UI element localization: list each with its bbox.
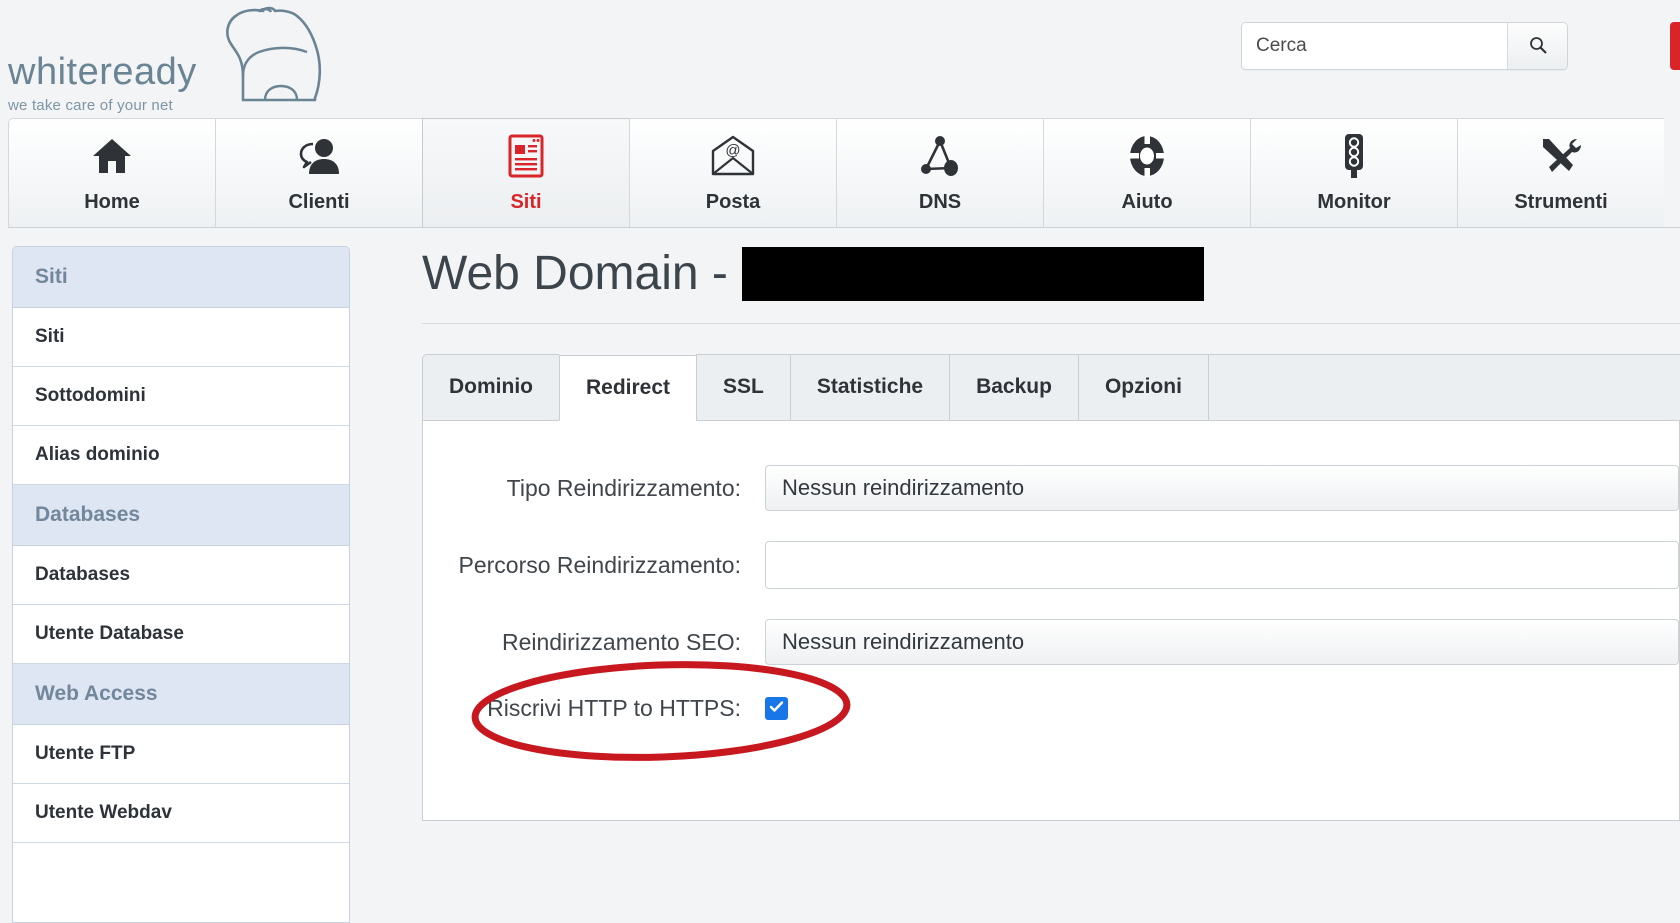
search-box[interactable] [1241,22,1568,70]
svg-text:@: @ [725,142,740,159]
label-seo-redirect: Reindirizzamento SEO: [501,628,741,655]
tab-backup[interactable]: Backup [949,354,1078,420]
field-row-rewrite-https: Riscrivi HTTP to HTTPS: [423,695,1679,722]
nav-item-dns[interactable]: DNS [836,118,1043,227]
page-body: Siti Siti Sottodomini Alias dominio Data… [0,228,1680,923]
nav-label: Monitor [1317,190,1391,213]
sidebar-item-sottodomini[interactable]: Sottodomini [13,367,349,426]
nav-label: Aiuto [1121,190,1173,213]
sidebar-item-databases[interactable]: Databases [13,546,349,605]
select-seo-redirect[interactable]: Nessun reindirizzamento [765,619,1679,665]
nav-item-strumenti[interactable]: Strumenti [1457,118,1664,227]
home-icon [91,133,133,179]
nav-label: Posta [705,190,761,213]
sidebar-item-alias-dominio[interactable]: Alias dominio [13,426,349,485]
brand-name: whiteready [8,51,197,93]
tools-icon [1539,133,1583,179]
page-title: Web Domain - [422,246,1680,323]
network-icon [919,133,961,179]
sidebar-group-header-siti: Siti [13,247,349,308]
tab-statistiche[interactable]: Statistiche [789,354,950,420]
nav-label: Clienti [288,190,350,213]
tab-dominio[interactable]: Dominio [422,354,559,420]
checkbox-rewrite-https[interactable] [765,697,788,720]
label-rewrite-https: Riscrivi HTTP to HTTPS: [487,695,741,721]
field-row-redirect-type: Tipo Reindirizzamento: Nessun reindirizz… [423,465,1679,511]
envelope-at-icon: @ [710,133,756,179]
nav-item-aiuto[interactable]: Aiuto [1043,118,1250,227]
nav-label: Strumenti [1514,190,1608,213]
nav-item-monitor[interactable]: Monitor [1250,118,1457,227]
nav-label: Home [84,190,140,213]
brand-logo-text: whiteready we take care of your net [8,53,197,113]
field-row-redirect-path: Percorso Reindirizzamento: [423,541,1679,589]
nav-label: Siti [510,190,542,213]
field-row-seo-redirect: Reindirizzamento SEO: Nessun reindirizza… [423,619,1679,665]
lifering-icon [1126,133,1168,179]
tab-ssl[interactable]: SSL [696,354,790,420]
nav-item-posta[interactable]: @ Posta [629,118,836,227]
label-redirect-path: Percorso Reindirizzamento: [458,551,741,578]
sidebar-item-utente-database[interactable]: Utente Database [13,605,349,664]
search-icon [1528,35,1548,58]
sidebar-item-utente-webdav[interactable]: Utente Webdav [13,784,349,843]
search-input[interactable] [1242,23,1507,69]
polar-bear-icon [203,6,331,109]
sidebar-item-utente-ftp[interactable]: Utente FTP [13,725,349,784]
search-button[interactable] [1507,23,1567,69]
nav-label: DNS [918,190,962,213]
traffic-light-icon [1340,133,1368,179]
checkmark-icon [768,698,785,720]
nav-item-siti[interactable]: Siti [422,118,629,227]
redirect-panel: Tipo Reindirizzamento: Nessun reindirizz… [422,421,1680,821]
select-redirect-type[interactable]: Nessun reindirizzamento [765,465,1679,511]
sidebar: Siti Siti Sottodomini Alias dominio Data… [12,246,350,923]
sidebar-group-header-web-access: Web Access [13,664,349,725]
tab-redirect[interactable]: Redirect [559,355,697,421]
main-navigation: Home Clienti Siti @ Posta DNS Aiuto Moni… [8,118,1680,228]
page-title-text: Web Domain - [422,247,728,300]
nav-item-clienti[interactable]: Clienti [215,118,422,227]
sidebar-group-header-databases: Databases [13,485,349,546]
main-content: Web Domain - Dominio Redirect SSL Statis… [350,246,1680,923]
brand-logo[interactable]: whiteready we take care of your net [8,6,331,113]
title-divider [422,323,1680,324]
document-icon [508,133,544,179]
users-icon [297,133,341,179]
tab-bar: Dominio Redirect SSL Statistiche Backup … [422,354,1680,421]
label-redirect-type: Tipo Reindirizzamento: [506,474,741,501]
edge-action-button[interactable] [1670,22,1680,70]
tab-opzioni[interactable]: Opzioni [1077,354,1208,420]
sidebar-item-siti[interactable]: Siti [13,308,349,367]
page-header: whiteready we take care of your net [0,0,1680,118]
brand-tagline: we take care of your net [8,97,173,114]
redacted-domain-name [741,246,1204,301]
input-redirect-path[interactable] [765,541,1679,589]
select-redirect-type-value: Nessun reindirizzamento [782,475,1025,500]
select-seo-redirect-value: Nessun reindirizzamento [782,629,1025,654]
tab-bar-filler [1207,354,1680,420]
nav-item-home[interactable]: Home [8,118,215,227]
